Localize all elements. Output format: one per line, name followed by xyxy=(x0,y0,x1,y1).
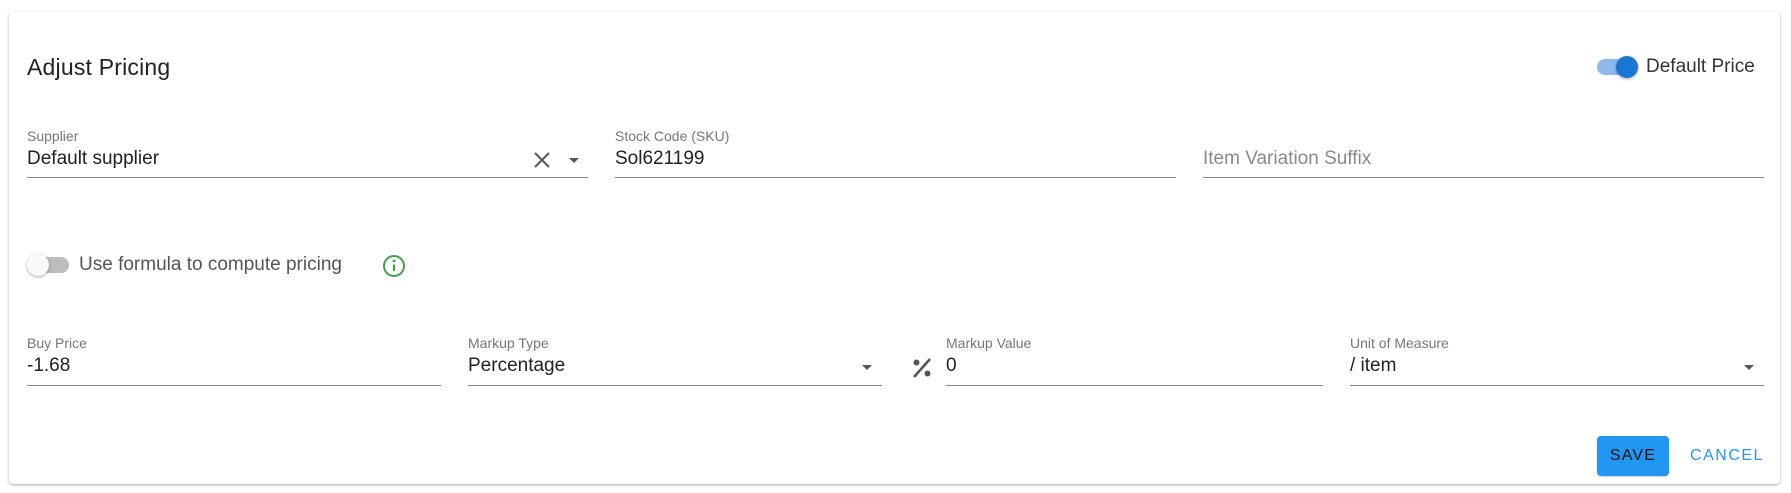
buy-price-field[interactable]: Buy Price -1.68 xyxy=(27,335,441,386)
sku-value: Sol621199 xyxy=(615,148,705,169)
item-variation-suffix-placeholder: Item Variation Suffix xyxy=(1203,148,1372,169)
formula-toggle[interactable] xyxy=(27,253,71,277)
markup-value-value: 0 xyxy=(946,355,957,376)
sku-field[interactable]: Stock Code (SKU) Sol621199 xyxy=(615,128,1176,178)
caret-down-icon[interactable] xyxy=(569,158,579,163)
close-icon[interactable] xyxy=(533,151,551,169)
caret-down-icon[interactable] xyxy=(1744,365,1754,370)
sku-label: Stock Code (SKU) xyxy=(615,128,730,144)
markup-type-select[interactable]: Markup Type Percentage xyxy=(468,335,882,386)
caret-down-icon[interactable] xyxy=(862,365,872,370)
formula-toggle-knob xyxy=(27,254,49,276)
buy-price-label: Buy Price xyxy=(27,335,87,351)
adjust-pricing-card xyxy=(9,12,1780,484)
markup-type-value: Percentage xyxy=(468,355,566,376)
default-price-toggle-knob xyxy=(1616,56,1638,78)
default-price-toggle[interactable] xyxy=(1595,55,1639,79)
cancel-button[interactable]: CANCEL xyxy=(1683,436,1771,476)
markup-value-field[interactable]: Markup Value 0 xyxy=(946,335,1323,386)
supplier-select[interactable]: Supplier Default supplier xyxy=(27,128,588,178)
markup-type-label: Markup Type xyxy=(468,335,549,351)
item-variation-suffix-field[interactable]: Item Variation Suffix xyxy=(1203,128,1764,178)
unit-of-measure-select[interactable]: Unit of Measure / item xyxy=(1350,335,1764,386)
unit-of-measure-label: Unit of Measure xyxy=(1350,335,1449,351)
buy-price-value: -1.68 xyxy=(27,355,71,376)
default-price-label: Default Price xyxy=(1646,56,1755,77)
supplier-label: Supplier xyxy=(27,128,79,144)
unit-of-measure-value: / item xyxy=(1350,355,1397,376)
markup-value-label: Markup Value xyxy=(946,335,1032,351)
percent-icon xyxy=(913,358,931,378)
formula-label: Use formula to compute pricing xyxy=(79,254,342,275)
page-title: Adjust Pricing xyxy=(27,54,171,80)
info-circle-icon[interactable] xyxy=(382,254,406,278)
supplier-value: Default supplier xyxy=(27,148,160,169)
save-button[interactable]: SAVE xyxy=(1597,436,1669,476)
